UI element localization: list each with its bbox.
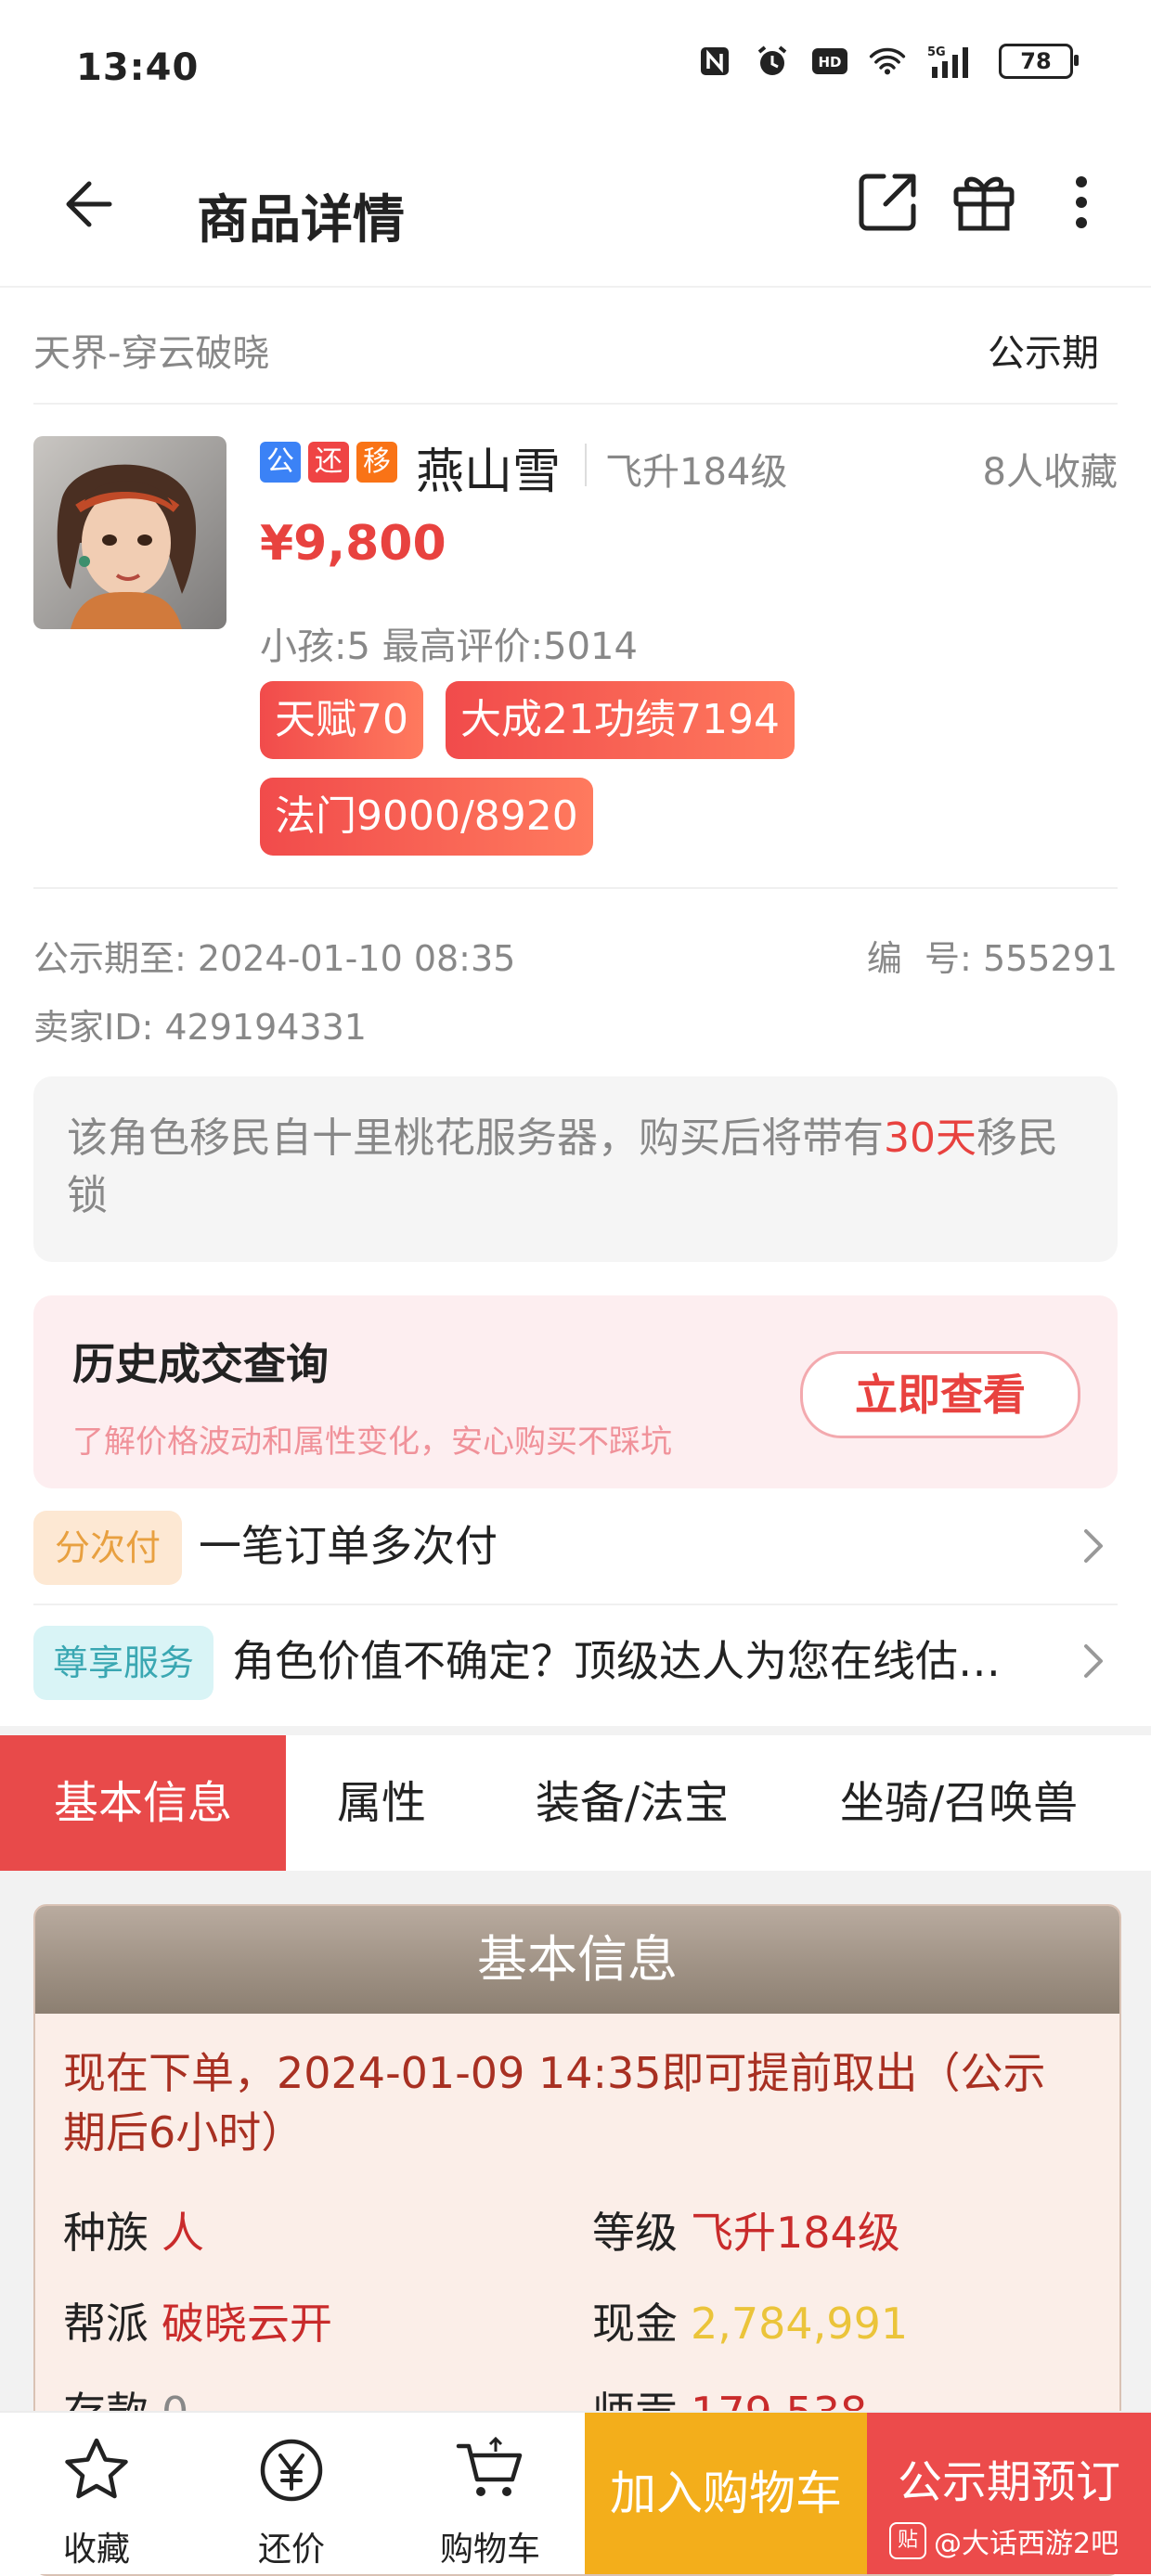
publicity-label: 公示期至: [33,938,187,979]
battery-indicator: 78 [999,44,1079,79]
transfer-notice-text: 该角色移民自十里桃花服务器，购买后将带有30天移民锁 [67,1110,1088,1225]
transfer-notice: 该角色移民自十里桃花服务器，购买后将带有30天移民锁 [33,1076,1118,1262]
watermark-text: @大话西游2吧 [934,2528,1119,2560]
premium-service-text: 角色价值不确定？顶级达人为您在线估… [232,1636,1001,1686]
chevron-right-icon [1075,1639,1112,1683]
installment-tag: 分次付 [33,1511,182,1585]
server-status: 公示期 [988,332,1099,375]
server-row: 天界-穿云破晓 公示期 [33,286,1118,405]
tag-achievement: 大成21功绩7194 [446,681,795,759]
divider [585,444,587,486]
item-number-label: 编 号: [866,938,972,979]
level-label: 等级 [592,2208,678,2258]
race-label: 种族 [63,2208,149,2258]
server-name: 天界-穿云破晓 [33,332,270,375]
detail-tabs: 基本信息 属性 装备/法宝 坐骑/召唤兽 [0,1735,1151,1871]
status-time: 13:40 [76,46,200,89]
status-bar: 13:40 HD 5G 78 [0,0,1151,130]
installment-text: 一笔订单多次付 [199,1521,498,1571]
favorite-button[interactable]: 收藏 [41,2413,152,2574]
back-arrow-icon[interactable] [56,167,130,241]
level-value: 飞升184级 [691,2208,900,2258]
cash-field: 现金 2,784,991 [592,2290,908,2351]
race-field: 种族人 [63,2199,204,2260]
section-divider [33,887,1118,889]
tag-talent: 天赋70 [260,681,423,759]
top-nav-bar: 商品详情 [0,130,1151,288]
installment-row[interactable]: 分次付 一笔订单多次付 [33,1488,1118,1605]
early-withdraw-note: 现在下单，2024-01-09 14:35即可提前取出（公示期后6小时） [63,2048,1046,2157]
history-query-card: 历史成交查询 了解价格波动和属性变化，安心购买不踩坑 立即查看 [33,1295,1118,1488]
character-avatar[interactable] [33,436,226,629]
favorite-count: 8人收藏 [982,451,1118,494]
transfer-badge: 移 [356,442,397,483]
watermark: 贴 @大话西游2吧 [889,2520,1119,2561]
page-title: 商品详情 [197,190,405,251]
cash-label: 现金 [592,2299,678,2349]
gift-icon[interactable] [947,165,1021,239]
tag-method: 法门9000/8920 [260,778,593,856]
alarm-icon [754,43,791,80]
svg-text:5G: 5G [927,45,946,59]
character-stats: 小孩:5 最高评价:5014 [260,625,638,668]
trade-badges: 公 还 移 [260,442,405,483]
share-icon[interactable] [852,167,923,238]
bargain-label: 还价 [257,2531,325,2569]
hd-icon: HD [811,43,848,80]
item-number: 编 号: 555291 [867,930,1118,981]
basic-info-header: 基本信息 [35,1906,1119,2014]
price: ¥9,800 [260,516,446,572]
shopping-cart-icon [453,2433,527,2507]
bargain-button[interactable]: 还价 [236,2413,347,2574]
guild-field: 帮派 破晓云开 [63,2290,332,2351]
history-title: 历史成交查询 [72,1339,329,1389]
public-badge: 公 [260,442,301,483]
seller-id-value: 429194331 [164,1007,367,1048]
publicity-value: 2024-01-10 08:35 [197,938,516,979]
favorite-label: 收藏 [62,2531,130,2569]
guild-value: 破晓云开 [162,2299,332,2349]
level-field: 等级 飞升184级 [592,2199,900,2260]
svg-text:HD: HD [818,54,841,71]
wifi-icon [869,43,906,80]
premium-service-tag: 尊享服务 [33,1626,213,1700]
notice-highlight: 30天 [884,1114,976,1162]
star-icon [59,2433,134,2507]
more-vertical-icon[interactable] [1058,165,1105,239]
race-value: 人 [162,2208,204,2258]
tieba-logo-icon: 贴 [889,2522,926,2559]
seller-id: 卖家ID: 429194331 [33,998,367,1050]
history-subtitle: 了解价格波动和属性变化，安心购买不踩坑 [72,1423,672,1461]
bargain-badge: 还 [308,442,349,483]
cart-button[interactable]: 购物车 [434,2413,546,2574]
tab-basic-info[interactable]: 基本信息 [0,1735,286,1871]
cart-label: 购物车 [439,2531,540,2569]
premium-service-row[interactable]: 尊享服务 角色价值不确定？顶级达人为您在线估… [33,1604,1118,1719]
signal-5g-icon: 5G [926,43,978,80]
character-level: 飞升184级 [605,451,788,494]
guild-label: 帮派 [63,2299,149,2349]
publicity-until: 公示期至: 2024-01-10 08:35 [33,930,515,981]
tab-mounts-pets[interactable]: 坐骑/召唤兽 [787,1735,1131,1871]
yen-coin-icon [254,2433,329,2507]
seller-id-label: 卖家ID: [33,1007,154,1048]
character-name: 燕山雪 [416,444,562,500]
tab-attributes[interactable]: 属性 [286,1735,477,1871]
tab-equipment[interactable]: 装备/法宝 [477,1735,787,1871]
nfc-icon [696,43,733,80]
chevron-right-icon [1075,1524,1112,1568]
item-number-value: 555291 [982,938,1118,979]
cash-value: 2,784,991 [691,2299,909,2349]
add-to-cart-button[interactable]: 加入购物车 [585,2413,867,2574]
notice-text-part: 该角色移民自十里桃花服务器，购买后将带有 [67,1114,884,1162]
view-history-button[interactable]: 立即查看 [800,1351,1080,1438]
status-icons: HD 5G 78 [696,43,1079,80]
